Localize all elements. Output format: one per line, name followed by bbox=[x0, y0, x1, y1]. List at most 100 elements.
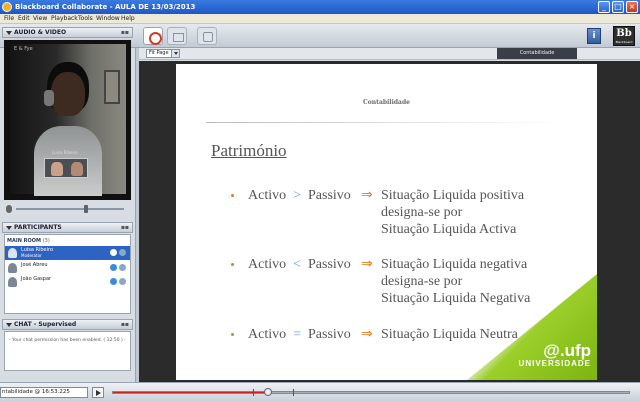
window-title-bar: Blackboard Collaborate - AULA DE 13/03/2… bbox=[0, 0, 640, 14]
volume-slider-handle[interactable] bbox=[84, 205, 88, 213]
operator: > bbox=[293, 188, 302, 203]
maximize-button[interactable]: □ bbox=[612, 1, 624, 13]
menu-playback[interactable]: Playback bbox=[51, 15, 78, 23]
menu-edit[interactable]: Edit bbox=[18, 15, 30, 23]
term-a: Activo bbox=[248, 257, 287, 272]
avatar bbox=[8, 248, 17, 258]
application-sharing-icon[interactable] bbox=[167, 27, 187, 45]
panel-menu-icon[interactable]: ▪▪ bbox=[121, 321, 129, 329]
collapse-arrow-icon[interactable] bbox=[6, 226, 12, 230]
slide-bullet: Activo > Passivo ⇒ Situação Liquida posi… bbox=[231, 187, 591, 239]
ufp-logo: @.ufp UNIVERSIDADE bbox=[516, 342, 591, 369]
slide-header: Contabilidade bbox=[363, 99, 410, 106]
chat-panel-header[interactable]: CHAT - Supervised ▪▪ bbox=[2, 319, 133, 330]
slide-title: Património bbox=[211, 141, 287, 160]
main-room-label: MAIN ROOM (3) bbox=[7, 238, 50, 244]
wall-frame bbox=[104, 70, 120, 104]
operator: = bbox=[293, 327, 302, 342]
participant-role: Moderator bbox=[21, 253, 42, 258]
slide-bullet: Activo < Passivo ⇒ Situação Liquida nega… bbox=[231, 256, 591, 308]
participants-title: PARTICIPANTS bbox=[14, 224, 62, 231]
participants-panel-header[interactable]: PARTICIPANTS ▪▪ bbox=[2, 222, 133, 233]
zoom-select[interactable]: Fit Page bbox=[146, 49, 180, 58]
result-line: Situação Liquida Neutra bbox=[381, 327, 518, 342]
term-a: Activo bbox=[248, 327, 287, 342]
term-a: Activo bbox=[248, 188, 287, 203]
talk-status-icon bbox=[110, 278, 117, 285]
picture-in-picture[interactable] bbox=[44, 158, 88, 178]
menu-view[interactable]: View bbox=[33, 15, 47, 23]
bullet-dot bbox=[231, 333, 234, 336]
participant-row[interactable]: João Gaspar bbox=[5, 275, 130, 289]
menu-window[interactable]: Window bbox=[96, 15, 120, 23]
chat-log[interactable]: - Your chat permission has been enabled.… bbox=[4, 331, 131, 371]
chat-title: CHAT - Supervised bbox=[14, 321, 77, 328]
microphone-icon[interactable] bbox=[6, 205, 12, 213]
video-status-icon bbox=[119, 264, 126, 271]
menu-help[interactable]: Help bbox=[121, 15, 135, 23]
menu-file[interactable]: File bbox=[4, 15, 14, 23]
chat-message: - Your chat permission has been enabled.… bbox=[9, 338, 126, 343]
whiteboard-bar: Fit Page Contabilidade bbox=[139, 48, 640, 60]
room-count: (3) bbox=[42, 238, 50, 244]
participant-name: José Abreu bbox=[21, 262, 48, 268]
playback-track[interactable] bbox=[112, 388, 630, 396]
participant-row[interactable]: José Abreu bbox=[5, 261, 130, 275]
zoom-value: Fit Page bbox=[149, 50, 169, 56]
talk-status-icon bbox=[110, 249, 117, 256]
result-line: Situação Liquida Activa bbox=[381, 222, 517, 237]
playback-progress bbox=[113, 392, 268, 393]
video-status-icon bbox=[119, 278, 126, 285]
menu-bar: File Edit View Playback Tools Window Hel… bbox=[0, 14, 640, 24]
participants-list: MAIN ROOM (3) Luisa Ribeiro Moderator Jo… bbox=[4, 234, 131, 314]
logo-sub: Blackboard bbox=[615, 40, 633, 44]
implies-arrow: ⇒ bbox=[361, 326, 373, 342]
operator: < bbox=[293, 257, 302, 272]
avatar bbox=[8, 277, 17, 287]
result-line: designa-se por bbox=[381, 205, 463, 220]
web-tour-icon[interactable] bbox=[197, 27, 217, 45]
volume-track[interactable] bbox=[16, 208, 124, 210]
collapse-arrow-icon[interactable] bbox=[6, 323, 12, 327]
result-line: Situação Liquida negativa bbox=[381, 257, 528, 272]
panel-menu-icon[interactable]: ▪▪ bbox=[121, 29, 129, 37]
collapse-arrow-icon[interactable] bbox=[6, 31, 12, 35]
video-feed: E & Fye Luisa Ribeiro bbox=[4, 40, 131, 200]
video-name: E & Fye bbox=[14, 46, 33, 52]
bullet-condition: Activo = Passivo bbox=[248, 326, 351, 343]
playback-handle[interactable] bbox=[263, 388, 272, 396]
bullet-dot bbox=[231, 194, 234, 197]
audio-video-title: AUDIO & VIDEO bbox=[14, 29, 67, 36]
bullet-dot bbox=[231, 263, 234, 266]
participant-row[interactable]: Luisa Ribeiro Moderator bbox=[5, 246, 130, 260]
info-button[interactable]: i bbox=[587, 28, 601, 44]
recording-time-field[interactable]: ntabilidade @ 16:53.225 bbox=[0, 387, 88, 398]
bullet-result: Situação Liquida negativa designa-se por S… bbox=[381, 256, 530, 307]
term-b: Passivo bbox=[308, 327, 351, 342]
bullet-result: Situação Liquida positiva designa-se por S… bbox=[381, 187, 524, 238]
play-icon[interactable] bbox=[92, 387, 104, 398]
page-tab[interactable]: Contabilidade bbox=[497, 48, 577, 59]
implies-arrow: ⇒ bbox=[361, 187, 373, 203]
result-line: Situação Liquida positiva bbox=[381, 188, 525, 203]
menu-tools[interactable]: Tools bbox=[78, 15, 93, 23]
chapter-marker bbox=[293, 389, 294, 396]
whiteboard-tools-icon[interactable] bbox=[143, 27, 163, 45]
talk-status-icon bbox=[110, 264, 117, 271]
audio-video-panel-header[interactable]: AUDIO & VIDEO ▪▪ bbox=[2, 27, 133, 38]
volume-bar bbox=[4, 204, 131, 214]
app-icon bbox=[2, 2, 12, 12]
panel-menu-icon[interactable]: ▪▪ bbox=[121, 224, 129, 232]
result-line: Situação Liquida Negativa bbox=[381, 291, 531, 306]
avatar bbox=[8, 263, 17, 273]
room-name: MAIN ROOM bbox=[7, 238, 41, 244]
video-caption: Luisa Ribeiro bbox=[52, 150, 78, 155]
chevron-down-icon[interactable] bbox=[171, 50, 179, 57]
minimize-button[interactable]: _ bbox=[598, 1, 610, 13]
logo-text: Bb bbox=[616, 28, 632, 39]
participant-name: João Gaspar bbox=[21, 276, 52, 282]
close-button[interactable]: × bbox=[626, 1, 638, 13]
headset bbox=[44, 90, 54, 106]
slide: Contabilidade Património Activo > Passiv… bbox=[176, 64, 597, 380]
bullet-condition: Activo < Passivo bbox=[248, 256, 351, 273]
